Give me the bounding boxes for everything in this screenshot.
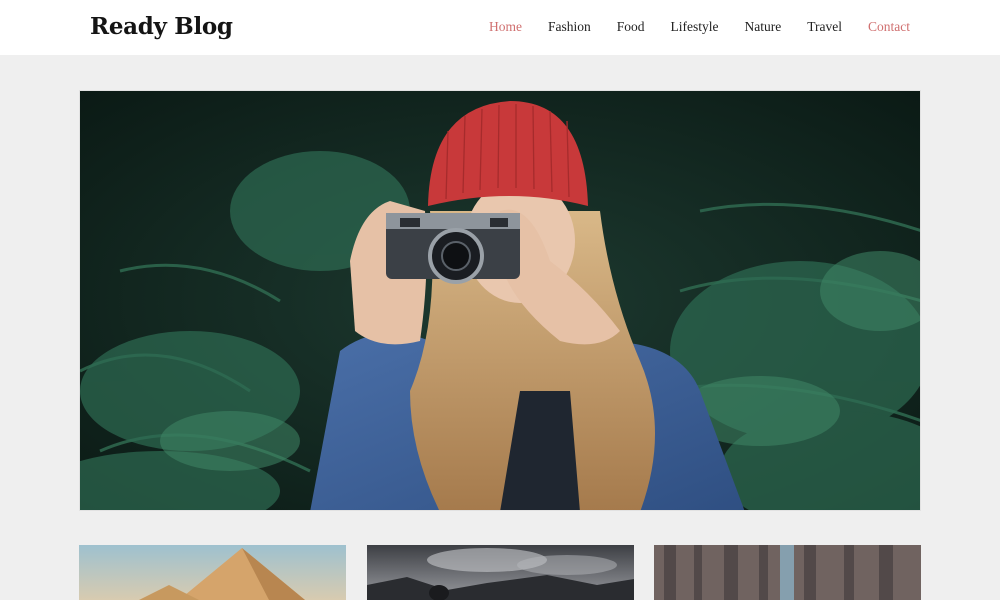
site-header: Ready Blog Home Fashion Food Lifestyle N… bbox=[0, 0, 1000, 55]
nav-item-travel[interactable]: Travel bbox=[807, 19, 842, 35]
pyramid-photo bbox=[79, 545, 346, 600]
post-card-thumbnail[interactable] bbox=[654, 545, 921, 600]
nav-item-nature[interactable]: Nature bbox=[745, 19, 782, 35]
nav-item-fashion[interactable]: Fashion bbox=[548, 19, 591, 35]
main-nav: Home Fashion Food Lifestyle Nature Trave… bbox=[463, 19, 910, 35]
forest-photo bbox=[654, 545, 921, 600]
nav-item-food[interactable]: Food bbox=[617, 19, 645, 35]
nav-item-contact[interactable]: Contact bbox=[868, 19, 910, 35]
nav-item-home[interactable]: Home bbox=[489, 19, 522, 35]
nav-item-lifestyle[interactable]: Lifestyle bbox=[671, 19, 719, 35]
hero-image[interactable] bbox=[79, 90, 921, 511]
post-card-thumbnail[interactable] bbox=[79, 545, 346, 600]
post-card-thumbnail[interactable] bbox=[367, 545, 634, 600]
hero-photo-woman-with-camera bbox=[80, 91, 920, 510]
site-logo[interactable]: Ready Blog bbox=[90, 13, 233, 40]
mountain-sky-photo bbox=[367, 545, 634, 600]
